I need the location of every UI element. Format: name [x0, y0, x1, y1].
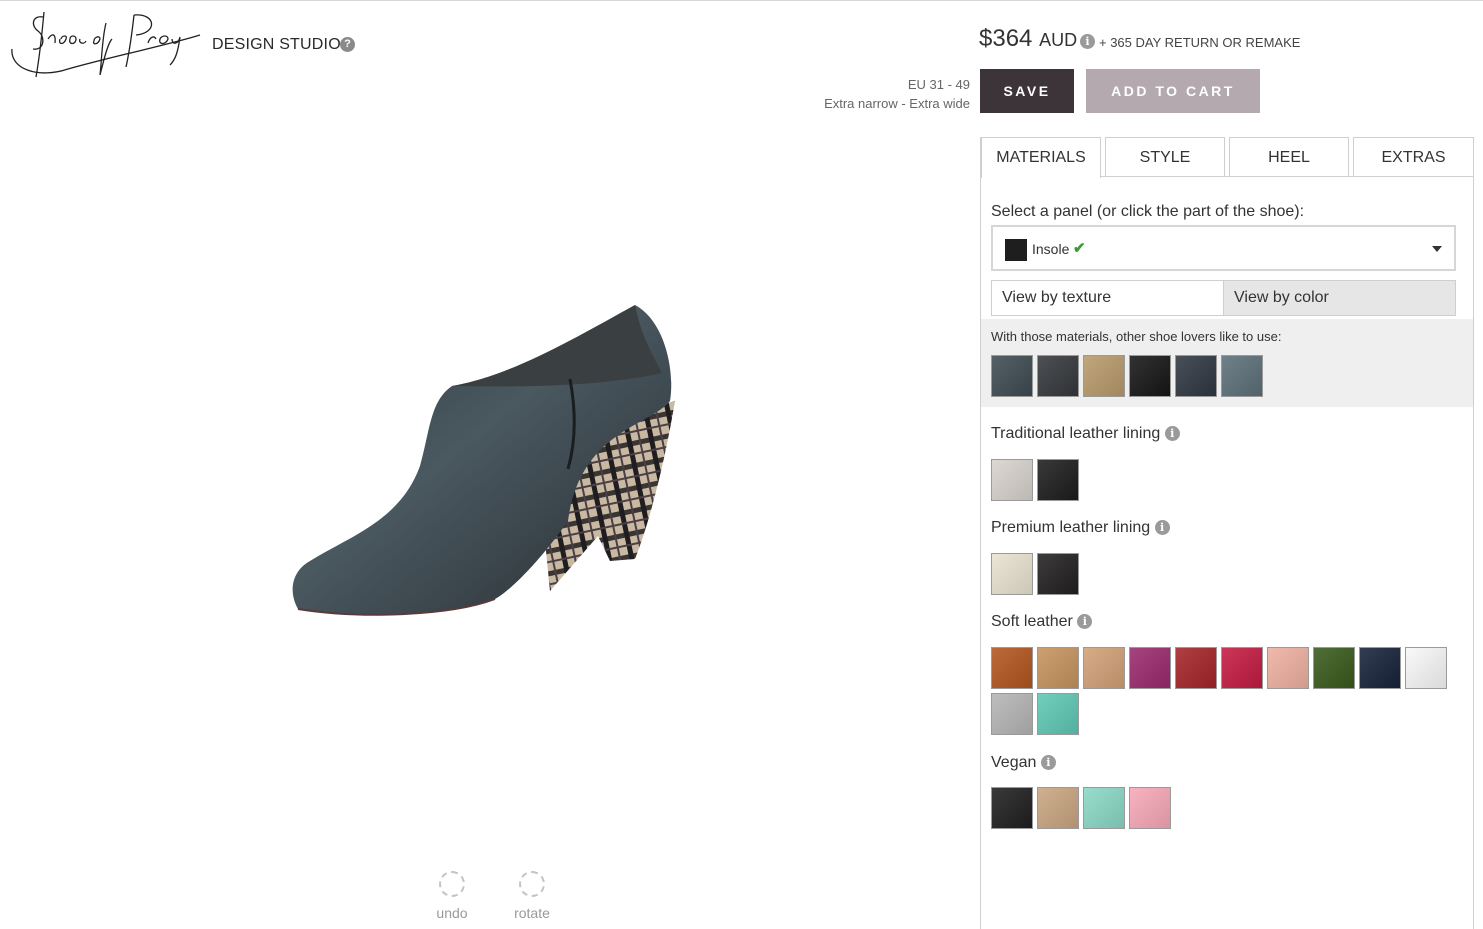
- price: $364 AUD: [979, 25, 1077, 53]
- add-to-cart-button[interactable]: ADD TO CART: [1086, 69, 1260, 113]
- info-icon[interactable]: i: [1164, 426, 1180, 442]
- tab-style[interactable]: STYLE: [1105, 137, 1225, 177]
- color-swatch[interactable]: [1037, 459, 1079, 501]
- undo-icon: [439, 871, 465, 897]
- color-swatch[interactable]: [1083, 787, 1125, 829]
- panel-select[interactable]: Insole ✔: [991, 225, 1456, 271]
- info-icon[interactable]: i: [1154, 520, 1170, 536]
- width-range: Extra narrow - Extra wide: [824, 96, 970, 111]
- help-icon[interactable]: ?: [340, 37, 355, 52]
- color-swatch[interactable]: [1037, 647, 1079, 689]
- color-swatch[interactable]: [1175, 355, 1217, 397]
- customization-panel: MATERIALS STYLE HEEL EXTRAS Select a pan…: [980, 137, 1474, 929]
- info-icon[interactable]: i: [1077, 614, 1093, 630]
- select-panel-label: Select a panel (or click the part of the…: [991, 203, 1305, 220]
- price-currency: AUD: [1039, 30, 1078, 50]
- selected-panel: Insole: [1032, 241, 1070, 257]
- color-swatch[interactable]: [991, 355, 1033, 397]
- save-button[interactable]: SAVE: [980, 69, 1074, 113]
- color-swatch[interactable]: [1037, 787, 1079, 829]
- info-icon[interactable]: i: [1040, 755, 1056, 771]
- size-range: EU 31 - 49: [907, 77, 970, 92]
- color-swatch[interactable]: [991, 553, 1033, 595]
- group-name: Soft leather: [991, 613, 1073, 630]
- color-swatch[interactable]: [1221, 647, 1263, 689]
- shoes-of-prey-logo[interactable]: [8, 9, 204, 81]
- color-swatch[interactable]: [1313, 647, 1355, 689]
- design-studio-title: DESIGN STUDIO: [212, 36, 341, 53]
- color-swatch[interactable]: [991, 647, 1033, 689]
- rotate-icon: [519, 871, 545, 897]
- color-swatch[interactable]: [1175, 647, 1217, 689]
- group-title: Traditional leather lining i: [991, 425, 1180, 443]
- tab-extras[interactable]: EXTRAS: [1353, 137, 1474, 177]
- recommended-materials: With those materials, other shoe lovers …: [981, 319, 1473, 407]
- rotate-button[interactable]: rotate: [510, 871, 554, 921]
- view-by-color-button[interactable]: View by color: [1223, 280, 1456, 316]
- color-swatch[interactable]: [1221, 355, 1263, 397]
- color-swatch[interactable]: [1129, 787, 1171, 829]
- color-swatch[interactable]: [1129, 647, 1171, 689]
- color-swatch[interactable]: [1037, 355, 1079, 397]
- group-name: Traditional leather lining: [991, 425, 1161, 442]
- chevron-down-icon: [1432, 246, 1442, 252]
- undo-label: undo: [436, 905, 468, 921]
- recommend-label: With those materials, other shoe lovers …: [991, 329, 1282, 344]
- group-title: Premium leather lining i: [991, 519, 1170, 537]
- color-swatch[interactable]: [991, 787, 1033, 829]
- color-swatch[interactable]: [1037, 553, 1079, 595]
- rotate-label: rotate: [514, 905, 550, 921]
- color-swatch[interactable]: [1129, 355, 1171, 397]
- shoe-preview[interactable]: [280, 291, 690, 631]
- tab-divider: [1101, 176, 1474, 177]
- group-name: Premium leather lining: [991, 519, 1151, 536]
- price-amount: $364: [979, 25, 1033, 52]
- color-swatch[interactable]: [1083, 355, 1125, 397]
- color-swatch[interactable]: [1083, 647, 1125, 689]
- color-swatch[interactable]: [1037, 693, 1079, 735]
- panel-color-swatch: [1005, 239, 1027, 261]
- color-swatch[interactable]: [1267, 647, 1309, 689]
- checkmark-icon: ✔: [1073, 240, 1086, 257]
- price-info-icon[interactable]: i: [1080, 34, 1095, 49]
- tab-heel[interactable]: HEEL: [1229, 137, 1349, 177]
- group-name: Vegan: [991, 754, 1037, 771]
- group-title: Soft leather i: [991, 613, 1093, 631]
- color-swatch[interactable]: [991, 693, 1033, 735]
- tab-materials[interactable]: MATERIALS: [981, 137, 1101, 178]
- undo-button[interactable]: undo: [432, 871, 472, 921]
- size-info: EU 31 - 49 Extra narrow - Extra wide: [824, 75, 970, 113]
- color-swatch[interactable]: [1359, 647, 1401, 689]
- view-by-texture-button[interactable]: View by texture: [991, 280, 1224, 316]
- returns-policy[interactable]: + 365 DAY RETURN OR REMAKE: [1099, 35, 1300, 50]
- color-swatch[interactable]: [991, 459, 1033, 501]
- group-title: Vegan i: [991, 754, 1056, 772]
- color-swatch[interactable]: [1405, 647, 1447, 689]
